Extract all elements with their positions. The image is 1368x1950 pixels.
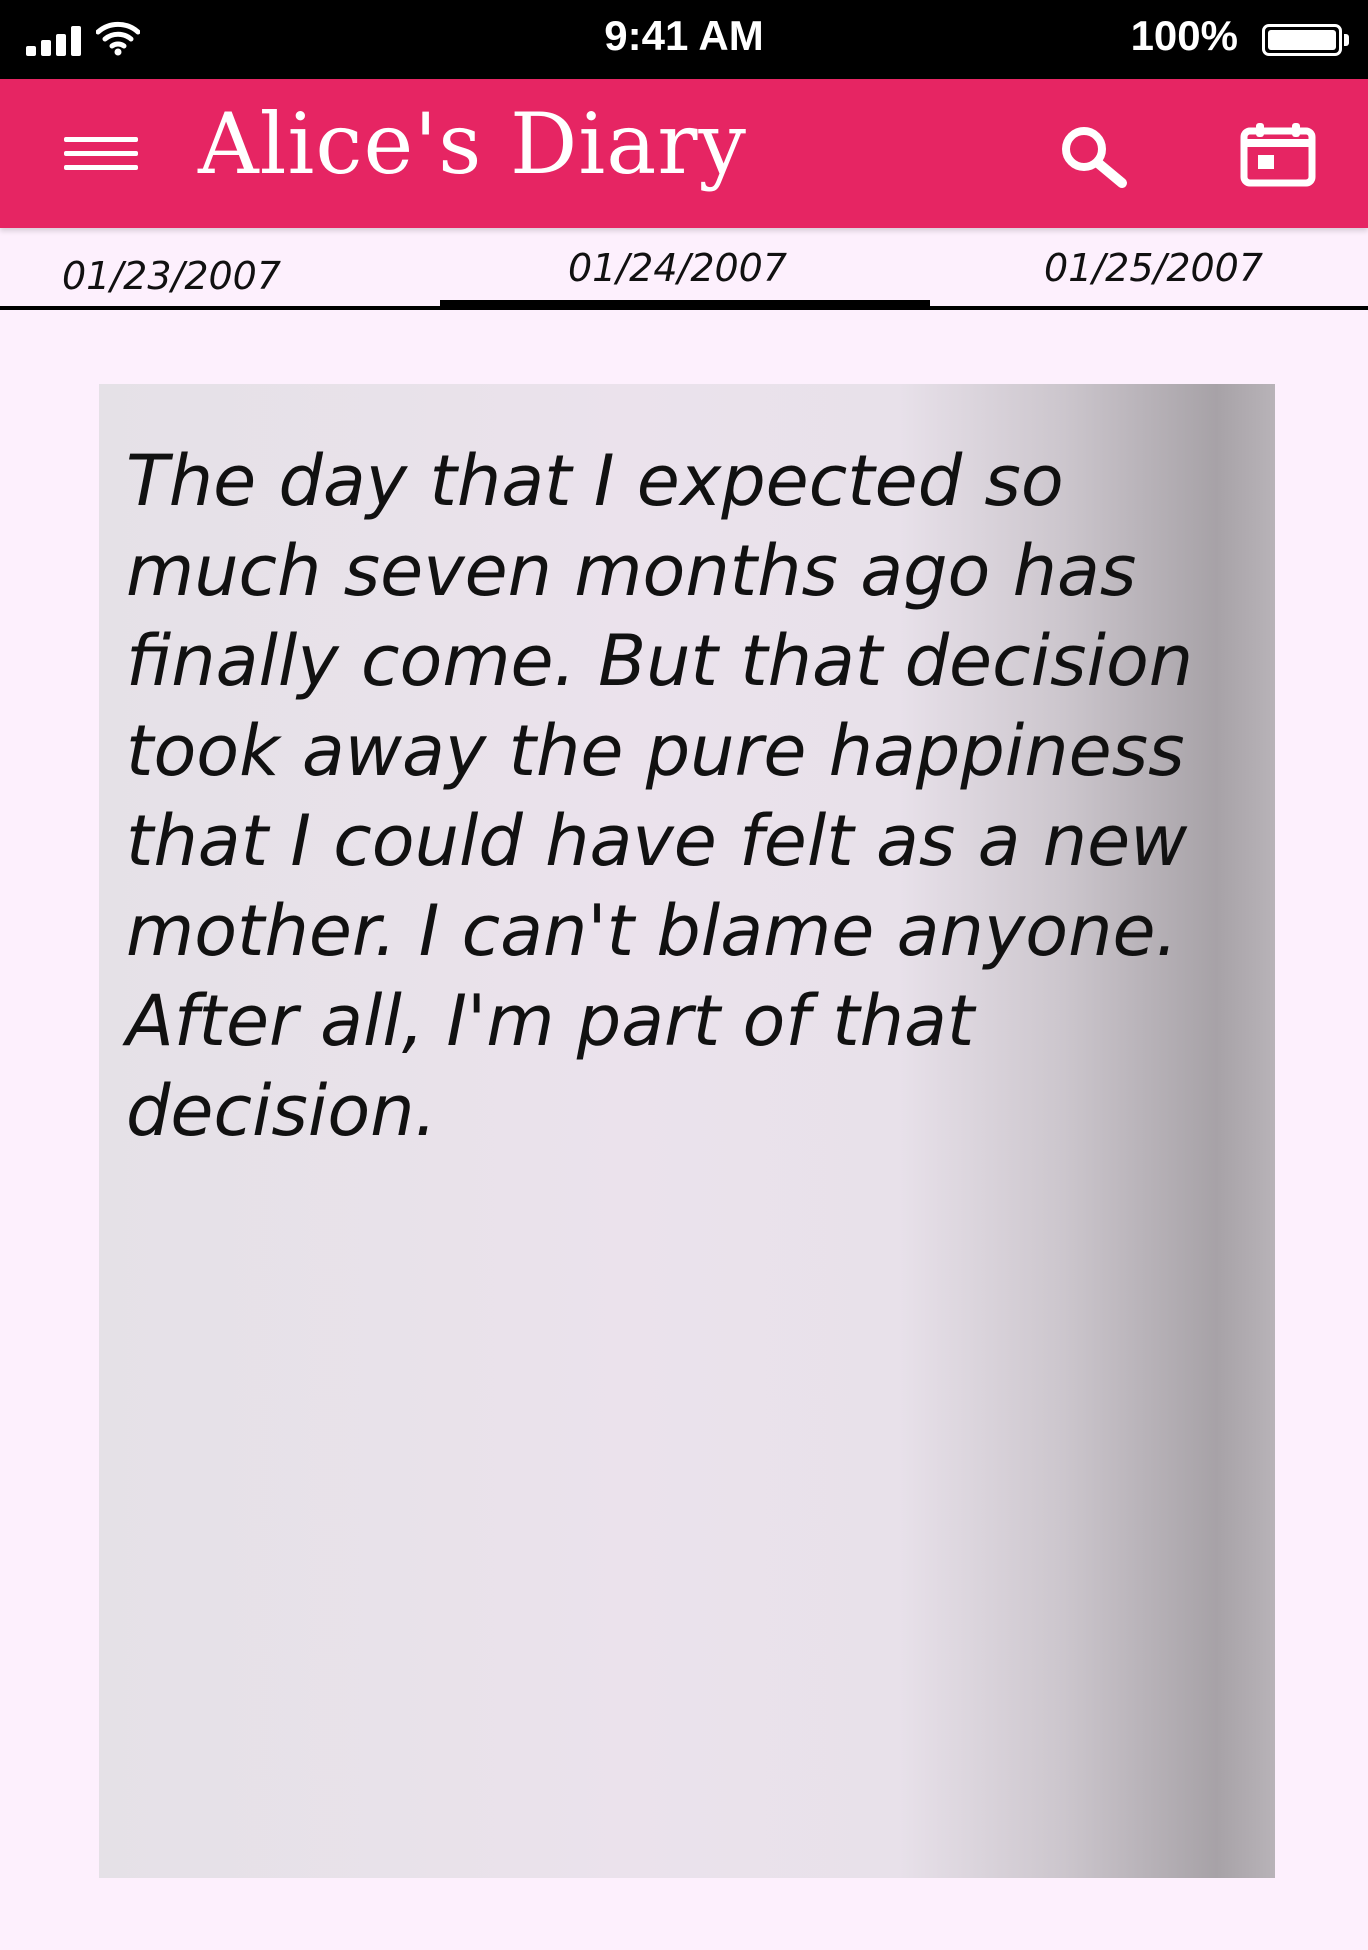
entry-line: After all, I'm part of that bbox=[126, 980, 975, 1062]
search-icon[interactable] bbox=[1058, 125, 1130, 189]
entry-line: finally come. But that decision bbox=[126, 620, 1194, 702]
diary-entry-card: The day that I expected so much seven mo… bbox=[99, 384, 1275, 1878]
menu-icon[interactable] bbox=[64, 137, 138, 171]
diary-entry-text: The day that I expected so much seven mo… bbox=[126, 436, 1256, 1156]
entry-line: much seven months ago has bbox=[126, 530, 1137, 612]
entry-line: took away the pure happiness bbox=[126, 710, 1185, 792]
app-title: Alice's Diary bbox=[198, 95, 747, 193]
app-bar: Alice's Diary bbox=[0, 79, 1368, 228]
tab-previous-date[interactable]: 01/23/2007 bbox=[62, 254, 281, 298]
battery-percent: 100% bbox=[1130, 12, 1238, 59]
battery-icon bbox=[1262, 24, 1349, 56]
active-tab-indicator bbox=[440, 300, 930, 308]
entry-line: decision. bbox=[126, 1070, 437, 1152]
date-tabs: 01/23/2007 01/24/2007 01/25/2007 bbox=[0, 228, 1368, 316]
entry-line: mother. I can't blame anyone. bbox=[126, 890, 1178, 972]
tab-next-date[interactable]: 01/25/2007 bbox=[1044, 246, 1263, 290]
calendar-icon[interactable] bbox=[1240, 121, 1316, 187]
tab-current-date[interactable]: 01/24/2007 bbox=[568, 246, 787, 290]
entry-line: that I could have felt as a new bbox=[126, 800, 1188, 882]
entry-line: The day that I expected so bbox=[126, 440, 1064, 522]
status-bar: 9:41 AM 100% bbox=[0, 0, 1368, 79]
